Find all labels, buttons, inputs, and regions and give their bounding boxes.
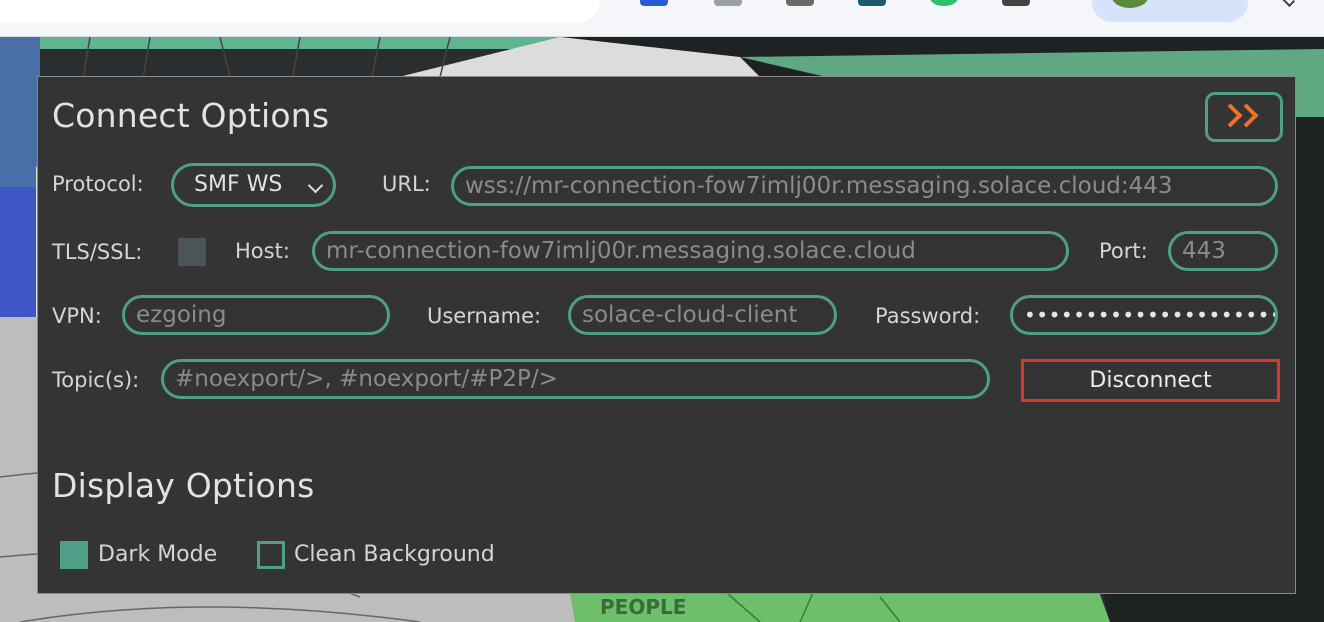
clean-background-checkbox[interactable] xyxy=(257,541,285,569)
url-label: URL: xyxy=(382,172,431,196)
port-input[interactable]: 443 xyxy=(1168,231,1278,271)
display-options-heading: Display Options xyxy=(52,466,315,505)
topics-label: Topic(s): xyxy=(52,368,140,392)
dark-mode-label[interactable]: Dark Mode xyxy=(98,542,217,567)
collapse-panel-button[interactable] xyxy=(1205,92,1283,142)
protocol-label: Protocol: xyxy=(52,172,144,196)
protocol-select-value: SMF WS xyxy=(194,172,283,197)
connect-options-panel: Connect Options Protocol: SMF WS URL: ws… xyxy=(37,76,1296,594)
username-input[interactable]: solace-cloud-client xyxy=(568,295,837,335)
dark-mode-checkbox[interactable] xyxy=(60,541,88,569)
host-label: Host: xyxy=(235,239,290,263)
double-chevron-right-icon xyxy=(1234,103,1259,128)
extension-icon[interactable] xyxy=(858,0,886,6)
address-bar[interactable] xyxy=(0,0,600,22)
extension-icon[interactable] xyxy=(930,0,958,6)
tls-checkbox[interactable] xyxy=(178,238,206,266)
vpn-input[interactable]: ezgoing xyxy=(122,295,390,335)
disconnect-button[interactable]: Disconnect xyxy=(1021,359,1280,402)
chevron-down-icon xyxy=(307,177,324,194)
password-input[interactable]: •••••••••••••••••••••••• xyxy=(1010,295,1278,335)
topics-input[interactable]: #noexport/>, #noexport/#P2P/> xyxy=(161,359,990,399)
protocol-select[interactable]: SMF WS xyxy=(171,163,336,207)
clean-background-label[interactable]: Clean Background xyxy=(294,542,495,567)
extension-icon[interactable] xyxy=(1002,0,1030,6)
chevron-down-icon[interactable] xyxy=(1280,0,1296,8)
extension-icon[interactable] xyxy=(786,0,814,6)
map-region-label: PEOPLE xyxy=(600,595,686,619)
password-label: Password: xyxy=(875,304,981,328)
username-label: Username: xyxy=(427,304,542,328)
vpn-label: VPN: xyxy=(52,304,102,328)
port-label: Port: xyxy=(1099,239,1148,263)
extension-icon[interactable] xyxy=(640,0,668,6)
browser-toolbar xyxy=(0,0,1324,37)
host-input[interactable]: mr-connection-fow7imlj00r.messaging.sola… xyxy=(312,231,1069,271)
connect-options-heading: Connect Options xyxy=(52,96,330,135)
url-input[interactable]: wss://mr-connection-fow7imlj00r.messagin… xyxy=(451,166,1278,206)
extension-icon[interactable] xyxy=(714,0,742,6)
tls-label: TLS/SSL: xyxy=(52,240,143,264)
